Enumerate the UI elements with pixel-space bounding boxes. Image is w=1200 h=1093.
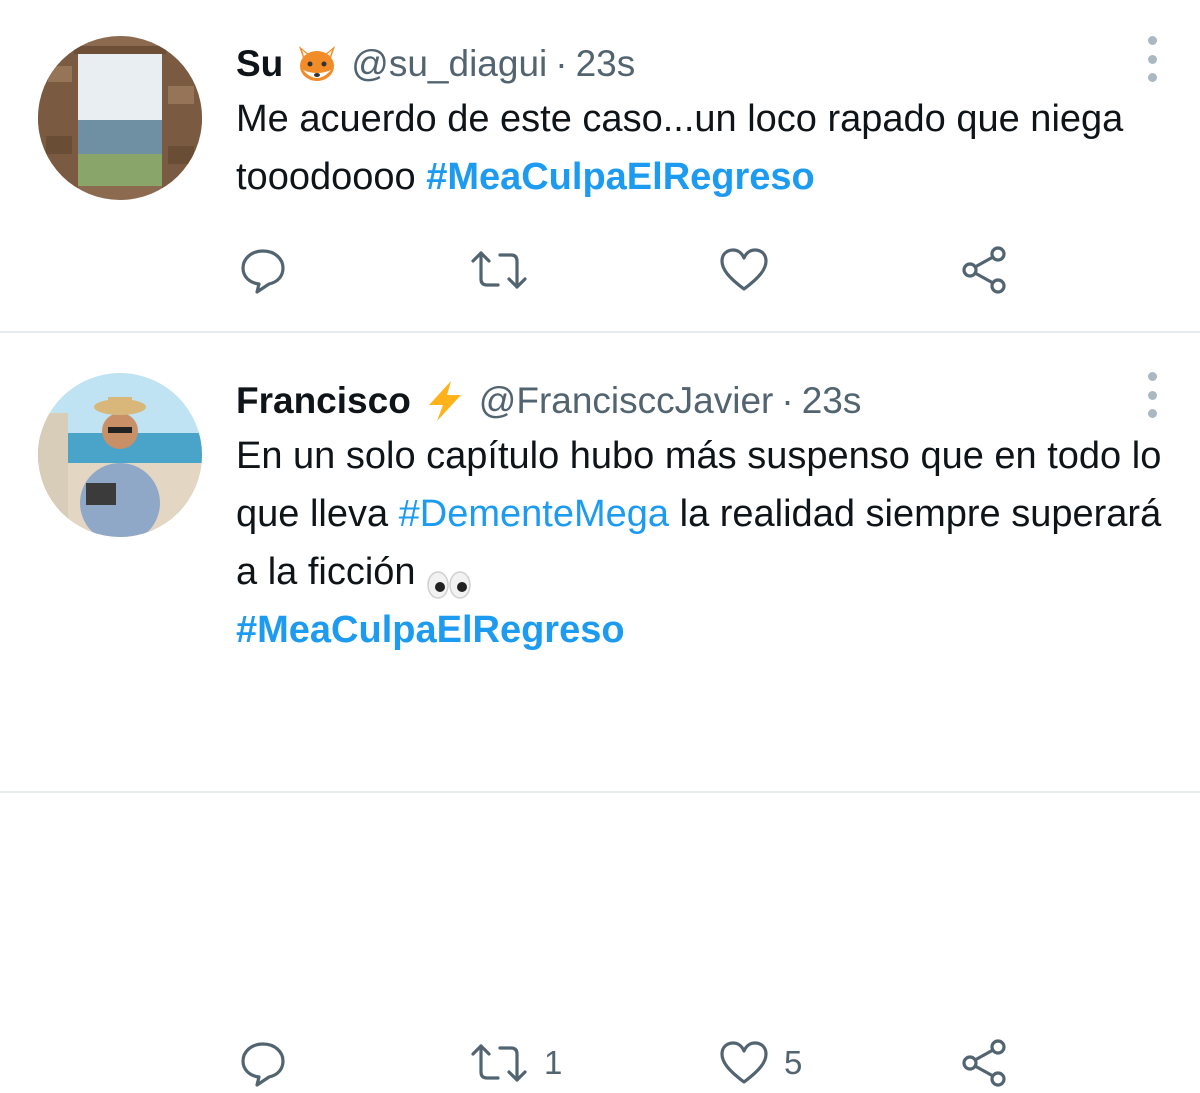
user-handle[interactable]: @FranciscсJavier [479,380,774,422]
like-button[interactable]: 5 [718,1033,802,1093]
hashtag-link[interactable]: #MeaCulpaElRegreso [236,609,625,651]
avatar[interactable] [38,36,202,200]
speech-bubble-icon [241,249,285,294]
more-options-icon[interactable] [1142,372,1162,418]
share-nodes-icon [962,246,1006,294]
tweet-actions: 1 5 [0,1033,1200,1093]
more-options-icon[interactable] [1142,36,1162,82]
separator-dot: · [781,380,794,421]
reply-button[interactable] [238,240,288,300]
speech-bubble-icon [241,1042,285,1087]
display-name[interactable]: Francisco [236,380,411,422]
retweet-arrows-icon [471,1044,527,1082]
like-button[interactable] [718,240,784,300]
separator-dot: · [555,43,568,84]
share-button[interactable] [958,240,1010,300]
tweet-text: En un solo capítulo hubo más suspenso qu… [236,427,1170,659]
fox-face-icon [295,42,339,86]
reply-button[interactable] [238,1033,288,1093]
retweet-button[interactable] [468,240,544,300]
retweet-count: 1 [544,1044,563,1081]
user-handle[interactable]: @su_diagui [351,43,547,85]
tweet[interactable]: Francisco @FranciscсJavier · 23s En un s… [0,333,1200,1087]
timestamp[interactable]: 23s [576,43,636,85]
heart-icon [720,1041,768,1084]
display-name[interactable]: Su [236,43,283,85]
tweet-text: Me acuerdo de este caso...un loco rapado… [236,90,1170,206]
share-button[interactable] [958,1033,1010,1093]
share-nodes-icon [962,1039,1006,1087]
tweet[interactable]: Su @su_diagui · 23s Me acuerdo de este c… [0,0,1200,333]
timestamp[interactable]: 23s [802,380,862,422]
hashtag-link[interactable]: #DementeMega [399,493,669,535]
avatar[interactable] [38,373,202,537]
tweet-actions [0,240,1200,300]
eyes-emoji [426,559,472,599]
like-count: 5 [784,1044,803,1081]
hashtag-link[interactable]: #MeaCulpaElRegreso [426,156,815,198]
retweet-arrows-icon [471,251,527,289]
high-voltage-icon [423,379,467,423]
retweet-button[interactable]: 1 [468,1033,562,1093]
heart-icon [720,248,768,291]
